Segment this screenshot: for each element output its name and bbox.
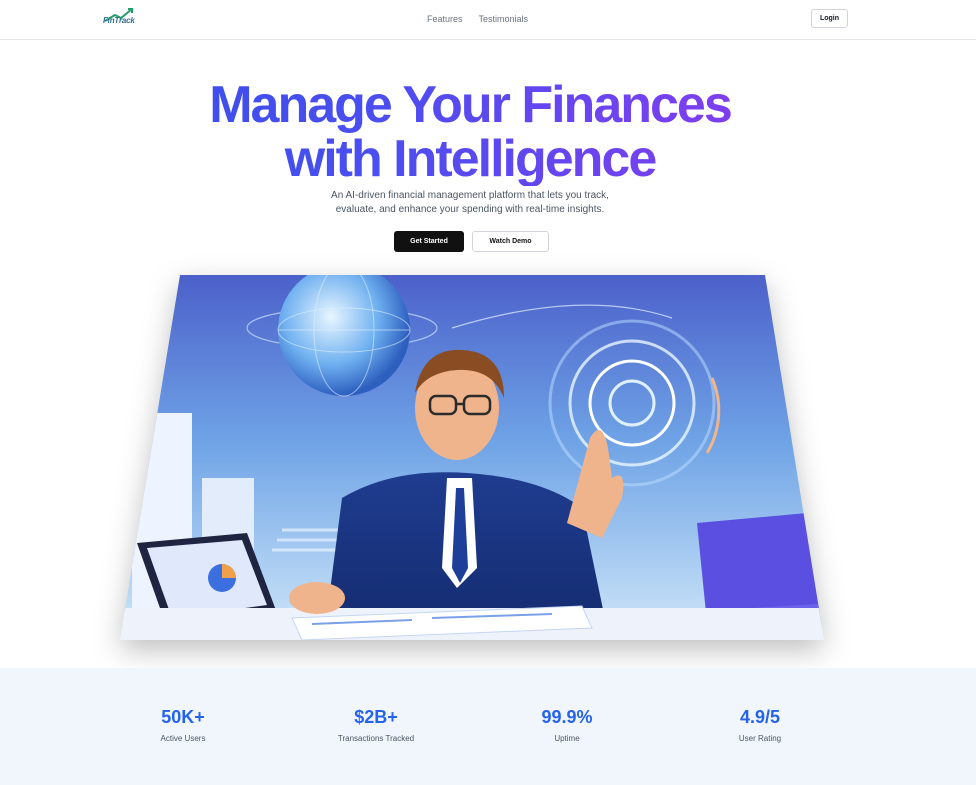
stats-section: 50K+ Active Users $2B+ Transactions Trac… xyxy=(0,668,976,785)
stat-label: Uptime xyxy=(554,734,580,743)
get-started-button[interactable]: Get Started xyxy=(394,231,464,252)
logo-text: FinTrack xyxy=(103,16,135,25)
fintrack-logo[interactable]: FinTrack xyxy=(103,7,135,31)
nav-link-features[interactable]: Features xyxy=(427,14,463,24)
stat-label: Active Users xyxy=(160,734,206,743)
hero-title-line-1: Manage Your Finances xyxy=(209,76,731,134)
stat-uptime: 99.9% Uptime xyxy=(497,706,637,743)
stat-label: User Rating xyxy=(738,734,782,743)
login-button[interactable]: Login xyxy=(811,9,848,28)
nav-links: Features Testimonials xyxy=(427,14,528,24)
hero-title-line-2: with Intelligence xyxy=(284,130,656,188)
hero-title: Manage Your Finances with Intelligence xyxy=(0,78,940,186)
stat-label: Transactions Tracked xyxy=(337,734,415,743)
watch-demo-button[interactable]: Watch Demo xyxy=(472,231,549,252)
stat-value: $2B+ xyxy=(354,707,398,727)
stat-transactions: $2B+ Transactions Tracked xyxy=(306,706,446,743)
stat-value: 99.9% xyxy=(541,707,593,727)
stat-user-rating: 4.9/5 User Rating xyxy=(690,706,830,743)
cta-row: Get Started Watch Demo xyxy=(394,231,549,252)
stat-active-users: 50K+ Active Users xyxy=(113,706,253,743)
stat-value: 50K+ xyxy=(161,707,205,727)
hero-illustration-image xyxy=(120,275,824,640)
top-nav: FinTrack Features Testimonials Login xyxy=(0,0,976,40)
stat-value: 4.9/5 xyxy=(739,707,781,727)
hero-subtitle-line-2: evaluate, and enhance your spending with… xyxy=(335,204,605,215)
nav-link-testimonials[interactable]: Testimonials xyxy=(479,14,529,24)
hero-illustration xyxy=(112,268,832,653)
hero-subtitle: An AI-driven financial management platfo… xyxy=(0,189,940,217)
hero-subtitle-line-1: An AI-driven financial management platfo… xyxy=(331,190,609,201)
